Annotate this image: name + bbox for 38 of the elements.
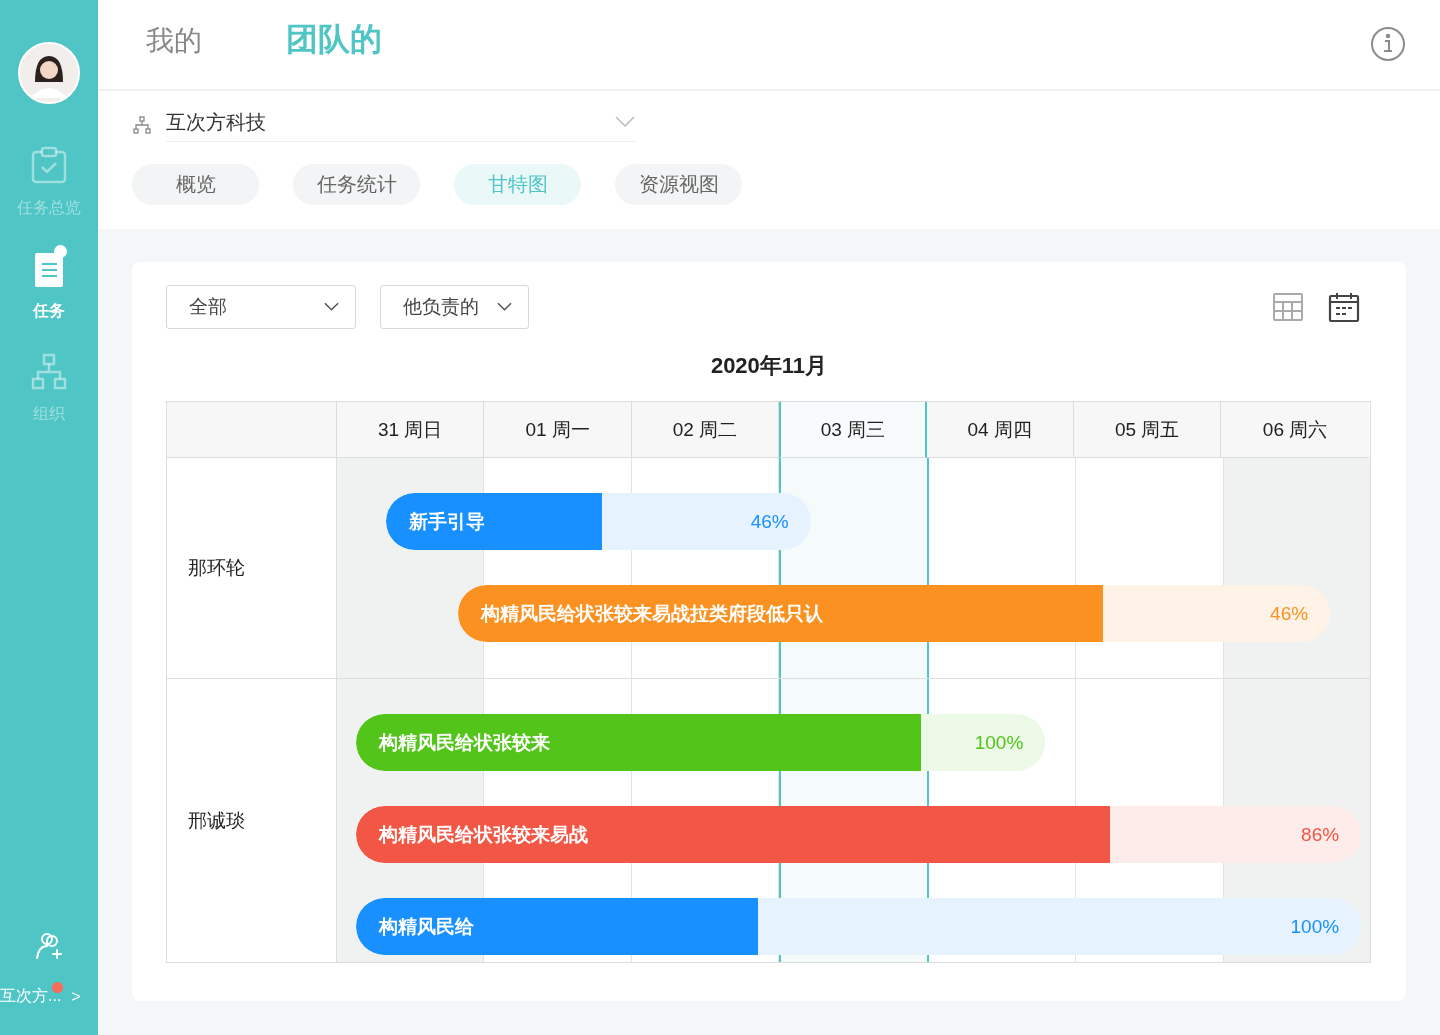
chevron-down-icon — [324, 302, 339, 312]
view-tab[interactable]: 甘特图 — [454, 164, 581, 205]
table-icon[interactable] — [1272, 291, 1304, 323]
assignee-name: 那环轮 — [188, 556, 245, 580]
task-bar[interactable]: 构精风民给 100% — [356, 898, 1362, 955]
month-title: 2020年11月 — [709, 352, 829, 380]
calendar-icon[interactable] — [1328, 291, 1360, 323]
column-header: 03 周三 — [779, 402, 927, 458]
column-header: 04 周四 — [926, 402, 1074, 458]
task-bar[interactable]: 构精风民给状张较来易战 86% — [356, 806, 1362, 863]
filter-dropdown[interactable]: 全部 — [166, 285, 356, 329]
info-icon[interactable] — [1370, 26, 1406, 62]
column-header: 01 周一 — [484, 402, 632, 458]
organization-icon — [132, 114, 152, 135]
filter-dropdown[interactable]: 他负责的 — [380, 285, 529, 329]
view-tab[interactable]: 任务统计 — [293, 164, 420, 205]
nav-item[interactable]: 任务 — [29, 249, 69, 322]
tab[interactable]: 团队的 — [286, 18, 382, 62]
column-header: 06 周六 — [1221, 402, 1369, 458]
chevron-down-icon — [497, 302, 512, 312]
organization-name[interactable]: 互次方... — [0, 986, 62, 1007]
task-bar[interactable]: 新手引导 46% — [385, 493, 811, 550]
clipboard-icon — [29, 146, 69, 186]
task-bar[interactable]: 构精风民给状张较来 100% — [356, 714, 1046, 771]
chevron-down-icon — [615, 116, 635, 128]
tab[interactable]: 我的 — [146, 22, 202, 60]
add-user-icon[interactable] — [33, 930, 65, 962]
avatar[interactable] — [18, 42, 80, 104]
view-tab[interactable]: 概览 — [132, 164, 259, 205]
task-bar[interactable]: 构精风民给状张较来易战拉类府段低只认 46% — [458, 585, 1331, 642]
column-header: 31 周日 — [337, 402, 485, 458]
chevron-icon[interactable]: > — [71, 987, 81, 1006]
view-tab[interactable]: 资源视图 — [615, 164, 742, 205]
organization-icon — [29, 352, 69, 392]
assignee-name: 邢诚琰 — [188, 808, 245, 833]
column-header: 02 周二 — [631, 402, 780, 458]
column-header: 05 周五 — [1073, 402, 1222, 458]
organization-select[interactable]: 互次方科技 — [166, 107, 637, 142]
